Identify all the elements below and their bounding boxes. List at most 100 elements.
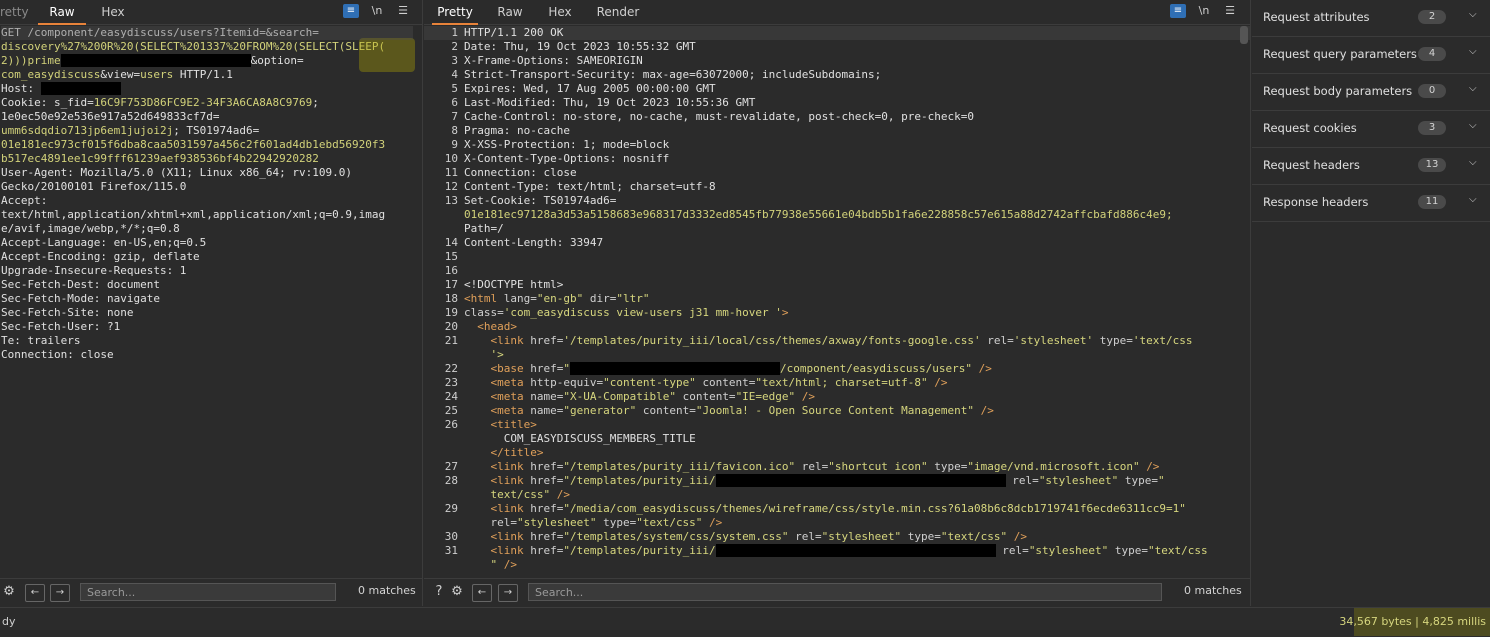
code-token: "text/css" [636, 516, 710, 529]
request-line: Cookie: s_fid=16C9F753D86FC9E2-34F3A6CA8… [1, 96, 422, 110]
next-match-button[interactable]: → [50, 584, 70, 602]
inspector-row[interactable]: Request body parameters 0 ⌵ [1252, 74, 1490, 111]
code-token: Cache-Control: no-store, no-cache, must-… [464, 110, 974, 123]
response-line: 17 <!DOCTYPE html> [424, 278, 1250, 292]
response-line: 4 Strict-Transport-Security: max-age=6307… [424, 68, 1250, 82]
request-line: Connection: close [1, 348, 422, 362]
line-text: 01e181ec97128a3d53a5158683e968317d3332ed… [464, 208, 1173, 222]
request-tab-pretty[interactable]: retty [0, 0, 29, 24]
chevron-down-icon[interactable]: ⌵ [1469, 83, 1477, 94]
line-number: 8 [451, 124, 458, 137]
chevron-down-icon[interactable]: ⌵ [1469, 157, 1477, 168]
code-token: href= [530, 502, 564, 515]
request-tab-hex[interactable]: Hex [90, 0, 136, 24]
code-token: dir= [589, 292, 617, 305]
chevron-down-icon[interactable]: ⌵ [1469, 120, 1477, 131]
response-line: 1 HTTP/1.1 200 OK [424, 26, 1250, 40]
count-badge: 13 [1418, 158, 1446, 172]
menu-icon[interactable]: ☰ [1222, 4, 1238, 18]
code-token: name= [530, 390, 564, 403]
code-token: 1e0ec50e92e536e917a52d649833cf7d= [1, 110, 220, 123]
line-number: 3 [451, 54, 458, 67]
response-line: 18 <html lang="en-gb" dir="ltr" [424, 292, 1250, 306]
line-number: 16 [444, 264, 458, 277]
code-token: Sec-Fetch-User: ?1 [1, 320, 121, 333]
request-tab-raw[interactable]: Raw [38, 0, 86, 25]
code-token: <html [464, 292, 504, 305]
next-match-button[interactable]: → [498, 584, 518, 602]
response-search-input[interactable]: Search... [528, 583, 1162, 601]
request-line: 01e181ec973cf015f6dba8caa5031597a456c2f6… [1, 138, 422, 152]
line-number: 11 [444, 166, 458, 179]
request-scrollbar[interactable] [406, 28, 414, 36]
code-token: Expires: Wed, 17 Aug 2005 00:00:00 GMT [464, 82, 716, 95]
code-token: Content-Type: text/html; charset=utf-8 [464, 180, 716, 193]
code-token: content= [642, 404, 696, 417]
code-token: Set-Cookie: TS01974ad6= [464, 194, 617, 207]
line-text: <link href='/templates/purity_iii/local/… [464, 334, 1192, 348]
request-editor[interactable]: GET /component/easydiscuss/users?Itemid=… [1, 26, 422, 362]
line-text: <meta name="generator" content="Joomla! … [464, 404, 993, 418]
code-token: href= [530, 544, 564, 557]
code-token: " [563, 362, 570, 375]
code-token: /> [934, 376, 948, 389]
response-tab-pretty[interactable]: Pretty [432, 0, 478, 25]
prev-match-button[interactable]: ← [25, 584, 45, 602]
prev-match-button[interactable]: ← [472, 584, 492, 602]
code-token: text/css" [464, 488, 557, 501]
chevron-down-icon[interactable]: ⌵ [1469, 9, 1477, 20]
code-token: type= [1124, 474, 1159, 487]
inspector-row[interactable]: Request headers 13 ⌵ [1252, 148, 1490, 185]
line-text: <title> [464, 418, 536, 432]
line-number: 5 [451, 82, 458, 95]
response-line: 3 X-Frame-Options: SAMEORIGIN [424, 54, 1250, 68]
settings-icon[interactable]: ⚙ [0, 584, 18, 600]
newline-toggle-icon[interactable]: \n [369, 4, 385, 18]
code-token: X-Content-Type-Options: nosniff [464, 152, 670, 165]
chevron-down-icon[interactable]: ⌵ [1469, 194, 1477, 205]
line-text: text/css" /> [464, 488, 569, 502]
code-token: Te: trailers [1, 334, 81, 347]
line-text: <meta http-equiv="content-type" content=… [464, 376, 947, 390]
help-icon[interactable]: ? [430, 584, 448, 600]
code-token: type= [907, 530, 941, 543]
wrap-lines-icon[interactable]: ≡ [1170, 4, 1186, 18]
inspector-row[interactable]: Response headers 11 ⌵ [1252, 185, 1490, 222]
newline-toggle-icon[interactable]: \n [1196, 4, 1212, 18]
response-tab-raw[interactable]: Raw [490, 0, 530, 24]
line-text: <base href=" /component/easydiscuss/users… [464, 362, 992, 376]
settings-icon[interactable]: ⚙ [448, 584, 466, 600]
request-line: Sec-Fetch-Site: none [1, 306, 422, 320]
code-token: Content-Length: 33947 [464, 236, 604, 249]
response-scrollbar[interactable] [1240, 26, 1248, 44]
line-text: <html lang="en-gb" dir="ltr" [464, 292, 649, 306]
response-tab-hex[interactable]: Hex [540, 0, 580, 24]
response-editor[interactable]: 1 HTTP/1.1 200 OK 2 Date: Thu, 19 Oct 2023 … [424, 26, 1250, 572]
chevron-down-icon[interactable]: ⌵ [1469, 46, 1477, 57]
response-line: '> [424, 348, 1250, 362]
code-token: http-equiv= [530, 376, 604, 389]
response-line: 13 Set-Cookie: TS01974ad6= [424, 194, 1250, 208]
code-token: "text/css [1148, 544, 1208, 557]
inspector-row[interactable]: Request cookies 3 ⌵ [1252, 111, 1490, 148]
inspector-row-label: Request body parameters [1263, 84, 1413, 98]
code-token: Host: [1, 82, 41, 95]
response-line: 31 <link href="/templates/purity_iii/ re… [424, 544, 1250, 558]
wrap-lines-icon[interactable]: ≡ [343, 4, 359, 18]
menu-icon[interactable]: ☰ [395, 4, 411, 18]
code-token: "/templates/purity_iii/favicon.ico" [563, 460, 802, 473]
code-token: Strict-Transport-Security: max-age=63072… [464, 68, 882, 81]
response-pane: Pretty Raw Hex Render ≡ \n ☰ 1 HTTP/1.1 2… [424, 0, 1251, 606]
line-text: Set-Cookie: TS01974ad6= [464, 194, 616, 208]
response-line: 8 Pragma: no-cache [424, 124, 1250, 138]
code-token: Date: Thu, 19 Oct 2023 10:55:32 GMT [464, 40, 696, 53]
inspector-pane: Request attributes 2 ⌵ Request query parame… [1252, 0, 1490, 606]
redacted-block [715, 544, 996, 557]
response-tab-render[interactable]: Render [594, 0, 642, 24]
inspector-row[interactable]: Request query parameters 4 ⌵ [1252, 37, 1490, 74]
code-token: Sec-Fetch-Site: none [1, 306, 134, 319]
request-search-input[interactable]: Search... [80, 583, 336, 601]
inspector-row[interactable]: Request attributes 2 ⌵ [1252, 0, 1490, 37]
code-token: "en-gb" [536, 292, 590, 305]
code-token: '> [464, 348, 504, 361]
